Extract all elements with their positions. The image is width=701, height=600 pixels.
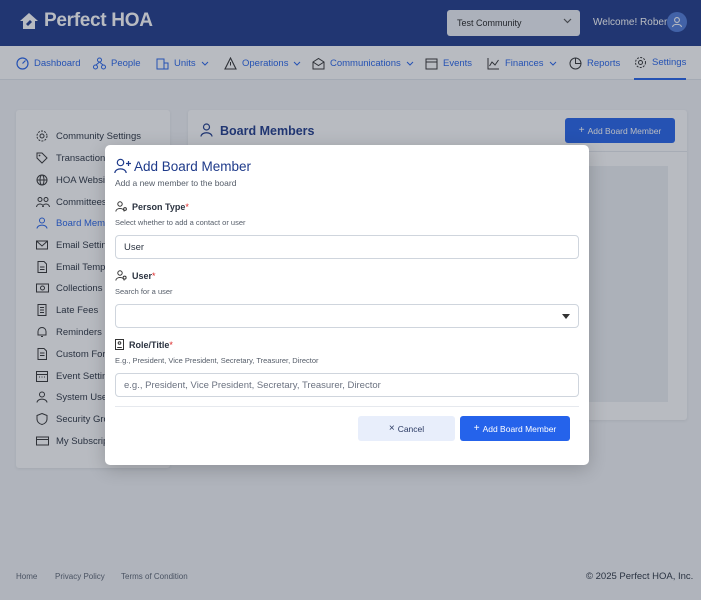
person-type-select[interactable]: User [115,235,579,259]
dialog-title: Add Board Member [134,159,252,174]
role-title-label: Role/Title * [115,339,173,350]
user-search-select[interactable] [115,304,579,328]
user-label: User * [115,270,156,281]
user-help: Search for a user [115,287,173,296]
add-board-member-dialog: Add Board Member Add a new member to the… [105,145,589,465]
dialog-divider [115,406,579,407]
required-marker: * [169,339,173,350]
role-title-help: E.g., President, Vice President, Secreta… [115,356,319,365]
person-type-value: User [124,241,145,253]
close-icon: × [388,423,395,434]
confirm-button-label: Add Board Member [482,423,557,434]
role-title-label-text: Role/Title [129,339,170,350]
person-type-label: Person Type * [115,201,189,212]
required-marker: * [152,270,156,281]
required-marker: * [185,201,189,212]
user-label-text: User [132,270,153,281]
person-type-help: Select whether to add a contact or user [115,218,246,227]
add-user-icon [114,158,131,174]
role-title-input[interactable]: e.g., President, Vice President, Secreta… [115,373,579,397]
user-settings-icon [115,201,127,212]
caret-down-icon [562,314,570,319]
cancel-button-label: Cancel [397,423,425,434]
person-type-label-text: Person Type [132,201,186,212]
user-search-icon [115,270,127,281]
plus-icon: + [473,423,480,434]
confirm-add-board-member-button[interactable]: + Add Board Member [460,416,570,441]
cancel-button[interactable]: × Cancel [358,416,455,441]
id-badge-icon [115,339,124,350]
dialog-subtitle: Add a new member to the board [115,178,237,188]
